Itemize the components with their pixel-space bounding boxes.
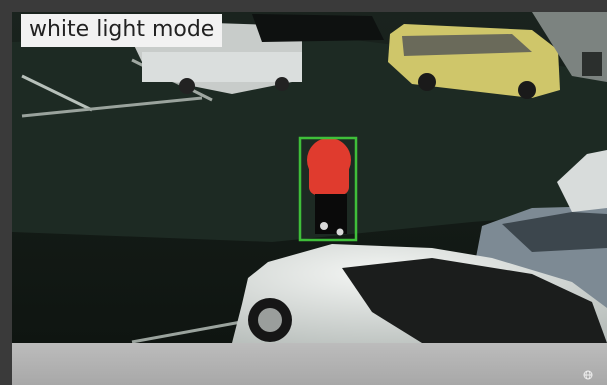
bottom-toolbar — [12, 343, 607, 385]
night-parking-scene — [12, 12, 607, 343]
mode-label: white light mode — [21, 14, 223, 47]
camera-frame: white light mode — [0, 0, 607, 385]
globe-icon[interactable] — [583, 365, 593, 380]
video-feed[interactable] — [12, 12, 607, 343]
